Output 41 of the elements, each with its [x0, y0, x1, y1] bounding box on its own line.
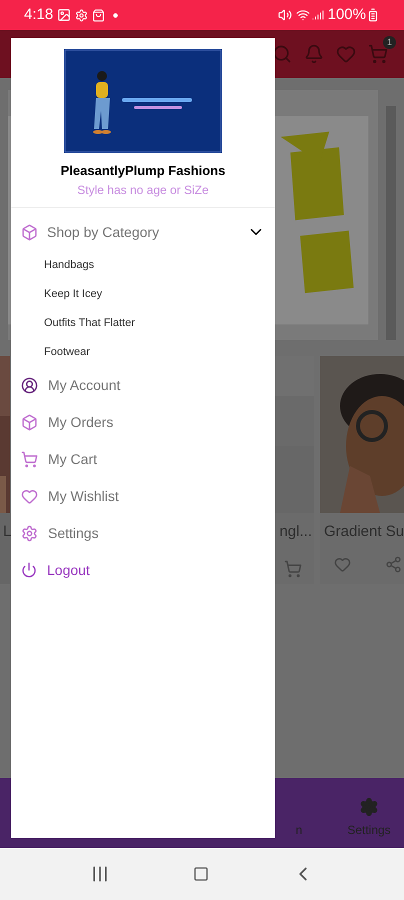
menu-item[interactable]: My Wishlist — [11, 478, 275, 514]
subcategory-item[interactable]: Outfits That Flatter — [11, 308, 275, 338]
bag-icon — [92, 8, 106, 22]
heart-icon[interactable] — [336, 44, 356, 64]
box-icon — [21, 414, 38, 430]
cart-icon — [21, 450, 38, 468]
status-time: 4:18 — [24, 4, 54, 25]
subcategory-item[interactable]: Footwear — [11, 338, 275, 366]
cart-icon[interactable] — [284, 560, 302, 578]
category-menu-item[interactable]: Shop by Category — [11, 214, 275, 250]
heart-icon — [21, 488, 38, 504]
share-icon[interactable] — [385, 556, 402, 572]
subcategory-item[interactable]: Handbags — [11, 250, 275, 280]
gear-icon — [359, 797, 379, 817]
gallery-icon — [57, 8, 72, 22]
cart-icon[interactable] — [368, 44, 388, 64]
bell-icon[interactable] — [304, 44, 324, 64]
gear-icon — [21, 524, 38, 542]
battery-icon — [366, 8, 380, 22]
menu-item[interactable]: Settings — [11, 514, 275, 552]
product-title: ngl... — [279, 522, 313, 542]
battery-percent: 100% — [328, 4, 366, 25]
wifi-icon — [296, 8, 310, 22]
menu-item[interactable]: My Orders — [11, 404, 275, 440]
menu-item[interactable]: My Cart — [11, 440, 275, 478]
box-icon — [21, 224, 38, 240]
brand-tagline: Style has no age or SiZe — [77, 182, 209, 198]
gear-icon — [75, 8, 88, 22]
power-icon — [21, 562, 37, 578]
product-title: L — [2, 522, 10, 542]
dot-icon — [113, 12, 118, 18]
account-icon — [21, 376, 38, 394]
product-title: Gradient Su — [323, 522, 404, 542]
heart-icon[interactable] — [334, 556, 351, 572]
home-icon[interactable] — [192, 866, 209, 882]
logout-item[interactable]: Logout — [11, 552, 275, 588]
subcategory-item[interactable]: Keep It Icey — [11, 280, 275, 308]
brand-name: PleasantlyPlump Fashions — [60, 162, 226, 180]
menu-item[interactable]: My Account — [11, 366, 275, 404]
search-icon[interactable] — [272, 44, 292, 64]
cart-badge: 1 — [383, 36, 396, 49]
